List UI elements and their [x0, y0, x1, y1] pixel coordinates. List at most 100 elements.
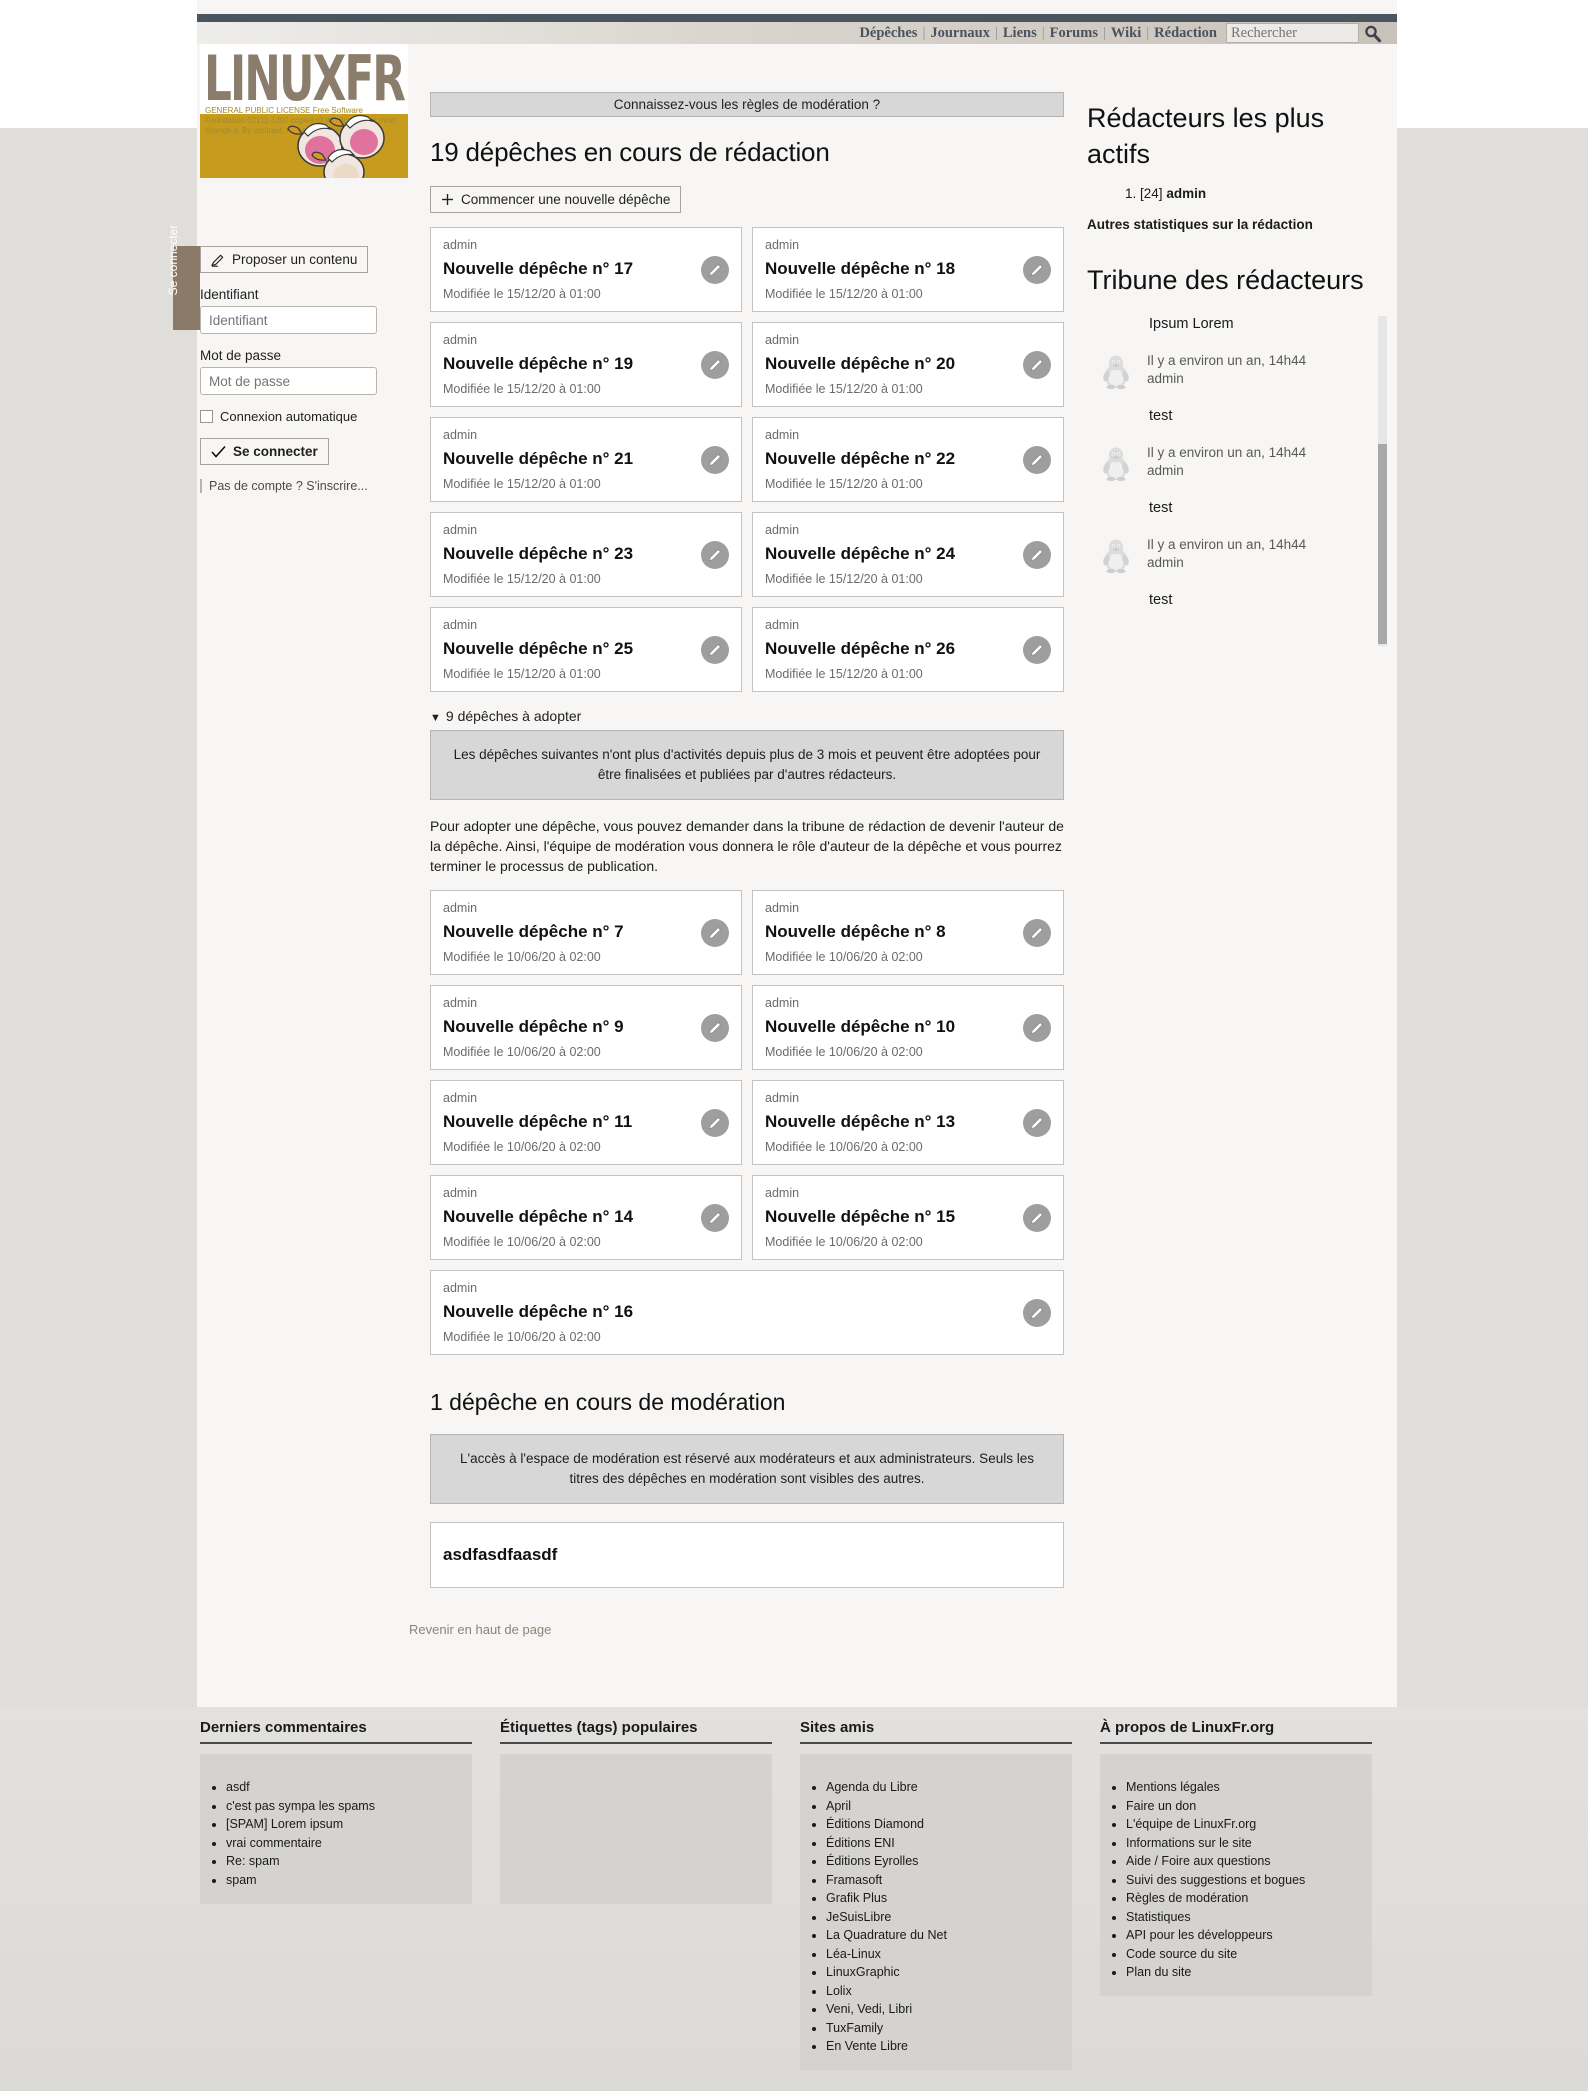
list-item[interactable]: Plan du site — [1126, 1963, 1372, 1982]
edit-depeche-button[interactable] — [1023, 918, 1051, 947]
list-item[interactable]: Code source du site — [1126, 1945, 1372, 1964]
list-item[interactable]: Grafik Plus — [826, 1889, 1072, 1908]
list-item[interactable]: Éditions Eyrolles — [826, 1852, 1072, 1871]
depeche-card[interactable]: admin Nouvelle dépêche n° 17 Modifiée le 1… — [430, 227, 742, 312]
depeche-title[interactable]: Nouvelle dépêche n° 11 — [443, 1112, 729, 1132]
identifier-input[interactable] — [200, 306, 377, 334]
list-item[interactable]: 1. [24] admin — [1125, 186, 1387, 201]
depeche-title[interactable]: Nouvelle dépêche n° 22 — [765, 449, 1051, 469]
depeche-card[interactable]: admin Nouvelle dépêche n° 26 Modifiée le 1… — [752, 607, 1064, 692]
tribune-scrollbar-thumb[interactable] — [1378, 444, 1387, 644]
depeche-card[interactable]: admin Nouvelle dépêche n° 8 Modifiée le 10… — [752, 890, 1064, 975]
edit-depeche-button[interactable] — [1023, 1203, 1051, 1232]
depeche-title[interactable]: Nouvelle dépêche n° 8 — [765, 922, 1051, 942]
signup-link[interactable]: Pas de compte ? S'inscrire... — [200, 479, 408, 493]
edit-depeche-button[interactable] — [701, 1108, 729, 1137]
list-item[interactable]: Éditions ENI — [826, 1834, 1072, 1853]
list-item[interactable]: TuxFamily — [826, 2019, 1072, 2038]
depeche-card[interactable]: admin Nouvelle dépêche n° 21 Modifiée le 1… — [430, 417, 742, 502]
edit-depeche-button[interactable] — [1023, 1013, 1051, 1042]
edit-depeche-button[interactable] — [1023, 635, 1051, 664]
edit-depeche-button[interactable] — [1023, 255, 1051, 284]
depeche-card[interactable]: admin Nouvelle dépêche n° 24 Modifiée le 1… — [752, 512, 1064, 597]
list-item[interactable]: API pour les développeurs — [1126, 1926, 1372, 1945]
list-item[interactable]: Statistiques — [1126, 1908, 1372, 1927]
depeche-card[interactable]: admin Nouvelle dépêche n° 13 Modifiée le 1… — [752, 1080, 1064, 1165]
tribune-scrollbar-track[interactable] — [1378, 316, 1387, 646]
list-item[interactable]: Suivi des suggestions et bogues — [1126, 1871, 1372, 1890]
edit-depeche-button[interactable] — [701, 350, 729, 379]
list-item[interactable]: April — [826, 1797, 1072, 1816]
edit-depeche-button[interactable] — [1023, 1108, 1051, 1137]
edit-depeche-button[interactable] — [701, 1013, 729, 1042]
site-logo[interactable]: LINUXFR.ORG GENERAL PUBLIC LICENSE Free … — [200, 44, 408, 178]
edit-depeche-button[interactable] — [701, 445, 729, 474]
depeche-card[interactable]: admin Nouvelle dépêche n° 16 Modifiée le 1… — [430, 1270, 1064, 1355]
depeche-card[interactable]: admin Nouvelle dépêche n° 7 Modifiée le 10… — [430, 890, 742, 975]
moderation-rules-notice[interactable]: Connaissez-vous les règles de modération… — [430, 92, 1064, 117]
list-item[interactable]: Framasoft — [826, 1871, 1072, 1890]
depeche-title[interactable]: Nouvelle dépêche n° 15 — [765, 1207, 1051, 1227]
login-submit-button[interactable]: Se connecter — [200, 438, 329, 465]
edit-depeche-button[interactable] — [701, 918, 729, 947]
list-item[interactable]: En Vente Libre — [826, 2037, 1072, 2056]
depeche-card[interactable]: admin Nouvelle dépêche n° 19 Modifiée le 1… — [430, 322, 742, 407]
list-item[interactable]: Léa-Linux — [826, 1945, 1072, 1964]
depeche-title[interactable]: Nouvelle dépêche n° 9 — [443, 1017, 729, 1037]
depeche-title[interactable]: Nouvelle dépêche n° 18 — [765, 259, 1051, 279]
depeche-card[interactable]: admin Nouvelle dépêche n° 15 Modifiée le 1… — [752, 1175, 1064, 1260]
list-item[interactable]: spam — [226, 1871, 472, 1890]
back-to-top-link[interactable]: Revenir en haut de page — [408, 1622, 1080, 1637]
list-item[interactable]: LinuxGraphic — [826, 1963, 1072, 1982]
list-item[interactable]: Faire un don — [1126, 1797, 1372, 1816]
depeche-title[interactable]: Nouvelle dépêche n° 16 — [443, 1302, 1051, 1322]
depeche-card[interactable]: admin Nouvelle dépêche n° 22 Modifiée le 1… — [752, 417, 1064, 502]
depeche-card[interactable]: admin Nouvelle dépêche n° 11 Modifiée le 1… — [430, 1080, 742, 1165]
depeche-title[interactable]: Nouvelle dépêche n° 19 — [443, 354, 729, 374]
tribune-post[interactable]: Il y a environ un an, 14h44 admin — [1087, 536, 1373, 574]
depeche-title[interactable]: Nouvelle dépêche n° 23 — [443, 544, 729, 564]
depeche-title[interactable]: Nouvelle dépêche n° 26 — [765, 639, 1051, 659]
depeche-card[interactable]: admin Nouvelle dépêche n° 14 Modifiée le 1… — [430, 1175, 742, 1260]
list-item[interactable]: JeSuisLibre — [826, 1908, 1072, 1927]
edit-depeche-button[interactable] — [701, 255, 729, 284]
list-item[interactable]: Aide / Foire aux questions — [1126, 1852, 1372, 1871]
list-item[interactable]: [SPAM] Lorem ipsum — [226, 1815, 472, 1834]
depeche-card[interactable]: admin Nouvelle dépêche n° 25 Modifiée le 1… — [430, 607, 742, 692]
propose-content-button[interactable]: Proposer un contenu — [200, 246, 369, 273]
stats-link[interactable]: Autres statistiques sur la rédaction — [1087, 217, 1387, 232]
adopt-section-toggle[interactable]: ▼ 9 dépêches à adopter — [430, 708, 1080, 724]
list-item[interactable]: vrai commentaire — [226, 1834, 472, 1853]
edit-depeche-button[interactable] — [1023, 540, 1051, 569]
depeche-card[interactable]: admin Nouvelle dépêche n° 20 Modifiée le 1… — [752, 322, 1064, 407]
edit-depeche-button[interactable] — [701, 1203, 729, 1232]
depeche-title[interactable]: Nouvelle dépêche n° 10 — [765, 1017, 1051, 1037]
edit-depeche-button[interactable] — [701, 635, 729, 664]
depeche-card[interactable]: admin Nouvelle dépêche n° 18 Modifiée le 1… — [752, 227, 1064, 312]
edit-depeche-button[interactable] — [701, 540, 729, 569]
depeche-title[interactable]: Nouvelle dépêche n° 17 — [443, 259, 729, 279]
depeche-title[interactable]: Nouvelle dépêche n° 20 — [765, 354, 1051, 374]
depeche-title[interactable]: Nouvelle dépêche n° 21 — [443, 449, 729, 469]
edit-depeche-button[interactable] — [1023, 350, 1051, 379]
depeche-card[interactable]: admin Nouvelle dépêche n° 23 Modifiée le 1… — [430, 512, 742, 597]
password-input[interactable] — [200, 367, 377, 395]
depeche-title[interactable]: Nouvelle dépêche n° 14 — [443, 1207, 729, 1227]
list-item[interactable]: c'est pas sympa les spams — [226, 1797, 472, 1816]
autologin-row[interactable]: Connexion automatique — [200, 409, 408, 424]
list-item[interactable]: Veni, Vedi, Libri — [826, 2000, 1072, 2019]
list-item[interactable]: Re: spam — [226, 1852, 472, 1871]
start-new-depeche-button[interactable]: Commencer une nouvelle dépêche — [430, 186, 682, 213]
list-item[interactable]: asdf — [226, 1778, 472, 1797]
depeche-title[interactable]: Nouvelle dépêche n° 24 — [765, 544, 1051, 564]
login-tab[interactable]: Se connecter — [166, 225, 200, 330]
depeche-card[interactable]: admin Nouvelle dépêche n° 9 Modifiée le 10… — [430, 985, 742, 1070]
list-item[interactable]: Règles de modération — [1126, 1889, 1372, 1908]
list-item[interactable]: La Quadrature du Net — [826, 1926, 1072, 1945]
depeche-title[interactable]: Nouvelle dépêche n° 7 — [443, 922, 729, 942]
list-item[interactable]: Mentions légales — [1126, 1778, 1372, 1797]
edit-depeche-button[interactable] — [1023, 445, 1051, 474]
depeche-card[interactable]: admin Nouvelle dépêche n° 10 Modifiée le 1… — [752, 985, 1064, 1070]
depeche-title[interactable]: Nouvelle dépêche n° 25 — [443, 639, 729, 659]
list-item[interactable]: Lolix — [826, 1982, 1072, 2001]
